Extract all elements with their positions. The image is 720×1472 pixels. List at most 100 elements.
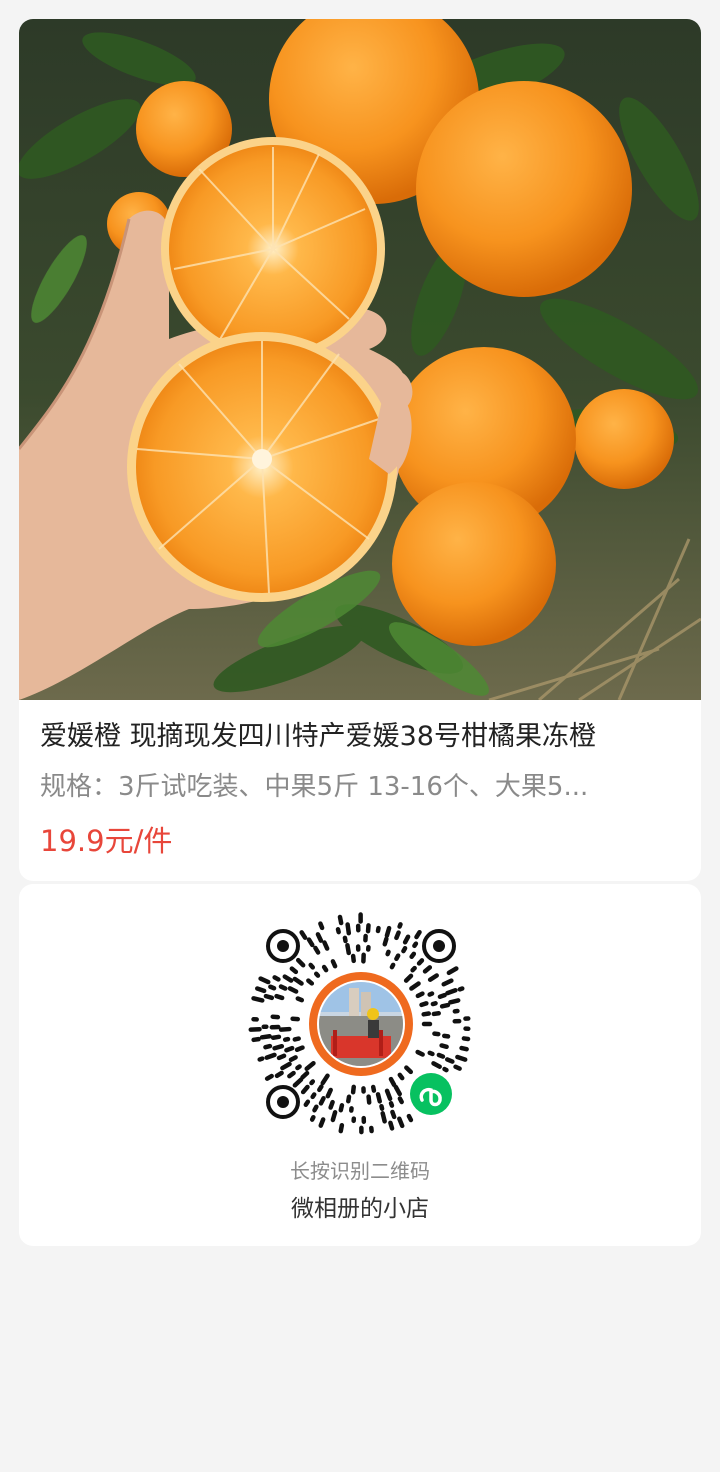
- qr-dash: [259, 1034, 272, 1040]
- qr-dash: [390, 1109, 397, 1120]
- qr-dash: [337, 914, 344, 926]
- qr-dash: [270, 1034, 282, 1040]
- qr-dash: [338, 1103, 345, 1113]
- qr-dash: [421, 1011, 432, 1017]
- qr-dash: [350, 953, 356, 964]
- qr-dash: [300, 1084, 310, 1095]
- qr-dash: [427, 973, 439, 982]
- qr-dash: [416, 958, 425, 966]
- qr-dash: [397, 1072, 405, 1081]
- qr-dash: [427, 1050, 435, 1057]
- qr-dash: [251, 1036, 261, 1043]
- qr-dash: [455, 1054, 468, 1062]
- qr-dash: [346, 1094, 352, 1104]
- qr-dash: [441, 978, 454, 987]
- qr-dash: [310, 1092, 317, 1100]
- qr-dash: [292, 1036, 301, 1042]
- qr-dash: [403, 973, 414, 983]
- qr-dash: [412, 941, 419, 949]
- qr-dash: [263, 993, 275, 1001]
- qr-dash: [295, 957, 306, 968]
- qr-dash: [272, 975, 281, 982]
- qr-dash: [313, 945, 321, 955]
- qr-dash: [427, 991, 435, 997]
- qr-dash: [401, 945, 408, 954]
- qr-dash: [268, 984, 277, 991]
- qr-dash: [274, 1070, 284, 1079]
- qr-dash: [303, 1099, 311, 1108]
- miniprogram-qr-code[interactable]: [241, 904, 481, 1144]
- qr-dash: [446, 966, 459, 976]
- qr-dash: [312, 1104, 319, 1113]
- qr-dash: [379, 1103, 385, 1111]
- qr-dash: [342, 935, 348, 944]
- shop-name: 微相册的小店: [291, 1196, 429, 1222]
- qr-dash: [388, 1100, 395, 1108]
- qr-dash: [287, 986, 299, 994]
- qr-dash: [402, 934, 411, 945]
- qr-dash: [317, 1084, 324, 1093]
- qr-dash: [315, 932, 324, 943]
- qr-dash: [322, 940, 330, 951]
- qr-dash: [442, 1033, 451, 1039]
- qr-dash: [410, 965, 417, 973]
- qr-dash: [330, 1110, 338, 1123]
- qr-dash: [264, 1073, 274, 1081]
- qr-dash: [415, 991, 425, 999]
- qr-dash: [430, 1001, 438, 1007]
- qr-dash: [459, 1045, 469, 1052]
- qr-dash: [397, 1096, 404, 1105]
- qr-dash: [453, 1064, 462, 1071]
- qr-dash: [272, 1043, 285, 1051]
- qr-dash: [278, 1026, 292, 1032]
- qr-dash: [292, 976, 304, 986]
- qr-dash: [406, 1113, 414, 1123]
- product-card[interactable]: 爱媛橙 现摘现发四川特产爱媛38号柑橘果冻橙 规格：3斤试吃装、中果5斤 13-…: [19, 19, 701, 881]
- qr-dash: [375, 1092, 382, 1104]
- qr-dash: [397, 922, 403, 929]
- shop-avatar: [319, 982, 403, 1066]
- qr-dash: [394, 953, 401, 962]
- qr-dash: [385, 949, 391, 957]
- qr-dash: [251, 996, 265, 1003]
- qr-dash: [370, 1084, 377, 1093]
- qr-dash: [345, 922, 352, 936]
- qr-dash: [287, 1070, 296, 1079]
- qr-dash: [258, 976, 271, 985]
- qr-dash: [404, 1065, 414, 1075]
- qr-dash: [306, 937, 315, 948]
- qr-dash: [328, 1099, 335, 1110]
- qr-dash: [308, 962, 316, 970]
- qr-dash: [321, 964, 329, 973]
- qr-dash: [457, 986, 465, 992]
- qr-dash: [284, 1045, 295, 1053]
- qr-dash: [350, 1084, 356, 1095]
- qr-card: 长按识别二维码 微相册的小店: [19, 884, 701, 1246]
- qr-dash: [306, 978, 315, 986]
- qr-dash: [294, 1045, 305, 1053]
- qr-dash: [382, 936, 389, 947]
- qr-dash: [309, 1079, 316, 1086]
- product-title[interactable]: 爱媛橙 现摘现发四川特产爱媛38号柑橘果冻橙: [40, 719, 680, 755]
- qr-dash: [415, 1049, 425, 1057]
- qr-dash: [264, 1052, 277, 1060]
- qr-dash: [422, 965, 433, 974]
- qr-dash: [442, 1066, 449, 1073]
- qr-dash: [375, 925, 381, 934]
- wechat-miniprogram-icon: [407, 1070, 455, 1118]
- qr-dash: [335, 927, 341, 935]
- qr-dash: [394, 930, 401, 941]
- qr-dash: [419, 1001, 429, 1008]
- qr-dash: [280, 1061, 292, 1071]
- product-image[interactable]: [19, 19, 701, 700]
- qr-dash: [384, 925, 392, 938]
- qr-dash: [445, 988, 458, 996]
- qr-dash: [295, 1064, 302, 1071]
- qr-dash: [318, 1117, 326, 1128]
- qr-dash: [366, 1094, 372, 1105]
- qr-dash: [292, 1077, 304, 1088]
- qr-dash: [380, 1111, 387, 1124]
- qr-dash: [393, 1084, 402, 1097]
- qr-dash: [389, 962, 396, 970]
- qr-dash: [318, 1095, 326, 1106]
